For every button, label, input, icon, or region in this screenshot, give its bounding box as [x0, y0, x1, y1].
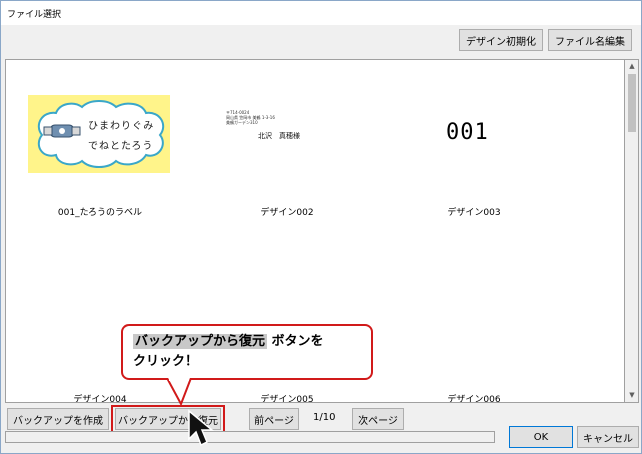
create-backup-button[interactable]: バックアップを作成 [7, 408, 109, 430]
thumbnail-002[interactable]: 〒714-0024 岡山県 笠岡市 美鶴 1-3-16 美鶴ガーデン310 北沢… [226, 110, 326, 160]
page-indicator: 1/10 [313, 412, 336, 423]
ok-button[interactable]: OK [509, 426, 573, 448]
callout-highlight: バックアップから復元 [133, 334, 268, 349]
callout-line1-rest: ボタンを [267, 334, 324, 349]
window-title: ファイル選択 [1, 1, 641, 25]
cancel-button[interactable]: キャンセル [577, 426, 639, 448]
prev-page-button[interactable]: 前ページ [249, 408, 299, 430]
next-page-button[interactable]: 次ページ [352, 408, 404, 430]
thumbnail-001[interactable]: ひまわりぐみ でねとたろう [28, 95, 170, 173]
thumbnail-caption-001: 001_たろうのラベル [57, 208, 143, 218]
thumbnail-caption-006: デザイン006 [447, 395, 501, 403]
address-line-3: 美鶴ガーデン310 [226, 120, 258, 125]
edit-filename-button[interactable]: ファイル名編集 [548, 29, 632, 51]
vertical-scrollbar[interactable]: ▲ ▼ [625, 59, 639, 403]
scroll-up-icon[interactable]: ▲ [627, 61, 637, 71]
file-select-window: ファイル選択 デザイン初期化 ファイル名編集 ひまわりぐみ でねとたろう 001… [0, 0, 642, 454]
thumbnail-caption-003: デザイン003 [447, 208, 501, 218]
label-line-1: ひまわりぐみ [88, 121, 155, 132]
cloud-frame-icon [37, 100, 165, 168]
scrollbar-thumb[interactable] [628, 74, 636, 132]
thumbnail-caption-005: デザイン005 [260, 395, 314, 403]
label-line-2: でねとたろう [88, 141, 154, 152]
thumbnail-caption-002: デザイン002 [260, 208, 314, 218]
mouse-cursor-icon [188, 409, 215, 447]
reset-design-button[interactable]: デザイン初期化 [459, 29, 543, 51]
callout-pointer-icon [166, 378, 192, 407]
scroll-down-icon[interactable]: ▼ [627, 390, 637, 400]
thumbnail-003[interactable]: 001 [446, 120, 489, 145]
instruction-callout: バックアップから復元 ボタンを クリック！ [121, 324, 373, 380]
status-bar [5, 431, 495, 443]
callout-text: バックアップから復元 ボタンを クリック！ [133, 332, 324, 372]
callout-line2: クリック！ [133, 354, 199, 369]
recipient-name: 北沢 真穂様 [258, 132, 300, 140]
thumbnail-caption-004: デザイン004 [73, 395, 127, 403]
